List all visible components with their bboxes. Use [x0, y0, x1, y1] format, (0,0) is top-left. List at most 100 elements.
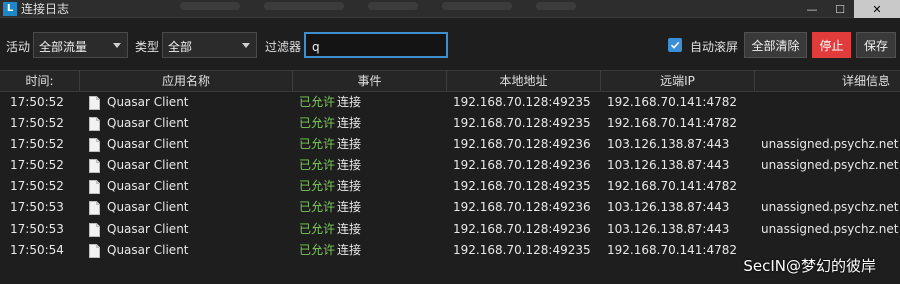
row-app-name: Quasar Client: [107, 95, 189, 109]
row-app-name: Quasar Client: [107, 158, 189, 173]
row-remote-ip: 192.168.70.141:4782: [607, 116, 738, 131]
type-select[interactable]: 全部: [162, 32, 257, 58]
row-details: unassigned.psychz.net: [761, 200, 899, 215]
row-event: 连接: [337, 179, 362, 194]
column-header-details[interactable]: 详细信息: [755, 71, 900, 91]
row-local-address: 192.168.70.128:49235: [453, 179, 591, 194]
row-status-allowed: 已允许: [299, 158, 336, 173]
autoscroll-label: 自动滚屏: [690, 40, 739, 54]
document-icon: [89, 201, 100, 216]
row-time: 17:50:52: [10, 179, 64, 194]
autoscroll-checkbox[interactable]: [668, 38, 682, 52]
filter-input[interactable]: [304, 32, 448, 58]
blurred-background: [180, 2, 640, 16]
row-details: unassigned.psychz.net: [761, 137, 899, 152]
row-local-address: 192.168.70.128:49235: [453, 95, 591, 109]
row-status-allowed: 已允许: [299, 200, 336, 215]
row-app-name: Quasar Client: [107, 179, 189, 194]
activity-select[interactable]: 全部流量: [33, 32, 128, 58]
document-icon: [89, 138, 100, 153]
save-button[interactable]: 保存: [856, 32, 896, 58]
close-icon[interactable]: ✕: [854, 0, 900, 18]
row-details: unassigned.psychz.net: [761, 221, 899, 236]
document-icon: [89, 117, 100, 132]
window-controls: — ☐ ✕: [798, 0, 900, 18]
table-row[interactable]: 17:50:53 Quasar Client 已允许 连接 192.168.70.128…: [0, 219, 900, 240]
row-event: 连接: [337, 137, 362, 152]
row-remote-ip: 103.126.138.87:443: [607, 200, 730, 215]
row-local-address: 192.168.70.128:49236: [453, 200, 591, 215]
document-icon: [89, 180, 100, 195]
table-row[interactable]: 17:50:52 Quasar Client 已允许 连接 192.168.70.128…: [0, 176, 900, 197]
activity-label: 活动: [6, 40, 31, 54]
row-details: unassigned.psychz.net: [761, 158, 899, 173]
row-event: 连接: [337, 242, 362, 257]
row-local-address: 192.168.70.128:49235: [453, 116, 591, 131]
table-row[interactable]: 17:50:52 Quasar Client 已允许 连接 192.168.70.128…: [0, 155, 900, 176]
document-icon: [89, 96, 100, 110]
stop-button[interactable]: 停止: [812, 32, 851, 58]
row-remote-ip: 103.126.138.87:443: [607, 221, 730, 236]
column-header-time[interactable]: 时间:: [0, 71, 80, 91]
row-status-allowed: 已允许: [299, 116, 336, 131]
activity-select-value: 全部流量: [39, 40, 88, 54]
row-status-allowed: 已允许: [299, 137, 336, 152]
checkmark-icon: [670, 41, 680, 49]
document-icon: [89, 222, 100, 237]
minimize-icon[interactable]: —: [798, 0, 826, 18]
row-app-name: Quasar Client: [107, 116, 189, 131]
row-app-name: Quasar Client: [107, 200, 189, 215]
row-time: 17:50:52: [10, 137, 64, 152]
type-select-value: 全部: [168, 40, 193, 54]
row-status-allowed: 已允许: [299, 179, 336, 194]
row-time: 17:50:54: [10, 242, 64, 257]
table-row[interactable]: 17:50:52 Quasar Client 已允许 连接 192.168.70.128…: [0, 92, 900, 113]
column-header-app[interactable]: 应用名称: [80, 71, 293, 91]
toolbar: 活动 全部流量 类型 全部 过滤器 自动滚屏 全部清除 停止 保存: [0, 30, 900, 62]
row-remote-ip: 103.126.138.87:443: [607, 137, 730, 152]
type-label: 类型: [135, 40, 160, 54]
row-time: 17:50:52: [10, 116, 64, 131]
row-status-allowed: 已允许: [299, 95, 336, 109]
title-bar: L 连接日志 — ☐ ✕: [0, 0, 900, 18]
table-row[interactable]: 17:50:52 Quasar Client 已允许 连接 192.168.70.128…: [0, 113, 900, 134]
row-remote-ip: 192.168.70.141:4782: [607, 242, 738, 257]
chevron-down-icon: [242, 43, 250, 48]
row-event: 连接: [337, 116, 362, 131]
maximize-icon[interactable]: ☐: [826, 0, 854, 18]
row-remote-ip: 192.168.70.141:4782: [607, 179, 738, 194]
row-time: 17:50:53: [10, 200, 64, 215]
row-status-allowed: 已允许: [299, 242, 336, 257]
chevron-down-icon: [113, 43, 121, 48]
table-row[interactable]: 17:50:52 Quasar Client 已允许 连接 192.168.70.128…: [0, 134, 900, 155]
row-local-address: 192.168.70.128:49236: [453, 158, 591, 173]
document-icon: [89, 243, 100, 258]
row-status-allowed: 已允许: [299, 221, 336, 236]
row-event: 连接: [337, 200, 362, 215]
row-app-name: Quasar Client: [107, 221, 189, 236]
row-remote-ip: 192.168.70.141:4782: [607, 95, 738, 109]
table-row[interactable]: 17:50:53 Quasar Client 已允许 连接 192.168.70.128…: [0, 197, 900, 218]
table-body: 17:50:52 Quasar Client 已允许 连接 192.168.70.128…: [0, 92, 900, 261]
filter-label: 过滤器: [265, 40, 302, 54]
row-app-name: Quasar Client: [107, 242, 189, 257]
row-event: 连接: [337, 221, 362, 236]
row-app-name: Quasar Client: [107, 137, 189, 152]
window-title: 连接日志: [21, 2, 70, 16]
row-event: 连接: [337, 95, 362, 109]
row-local-address: 192.168.70.128:49236: [453, 221, 591, 236]
row-time: 17:50:52: [10, 158, 64, 173]
row-time: 17:50:52: [10, 95, 64, 109]
row-local-address: 192.168.70.128:49236: [453, 137, 591, 152]
column-header-local-address[interactable]: 本地地址: [447, 71, 601, 91]
column-header-event[interactable]: 事件: [293, 71, 447, 91]
table-header: 时间: 应用名称 事件 本地地址 远端IP 详细信息: [0, 70, 900, 92]
column-header-remote-ip[interactable]: 远端IP: [601, 71, 755, 91]
clear-all-button[interactable]: 全部清除: [744, 32, 807, 58]
row-event: 连接: [337, 158, 362, 173]
watermark: SecIN@梦幻的彼岸: [743, 257, 876, 275]
document-icon: [89, 159, 100, 174]
connection-log-table: 时间: 应用名称 事件 本地地址 远端IP 详细信息 17:50:52 Quasa…: [0, 70, 900, 261]
row-local-address: 192.168.70.128:49235: [453, 242, 591, 257]
app-logo-icon: L: [3, 1, 17, 16]
